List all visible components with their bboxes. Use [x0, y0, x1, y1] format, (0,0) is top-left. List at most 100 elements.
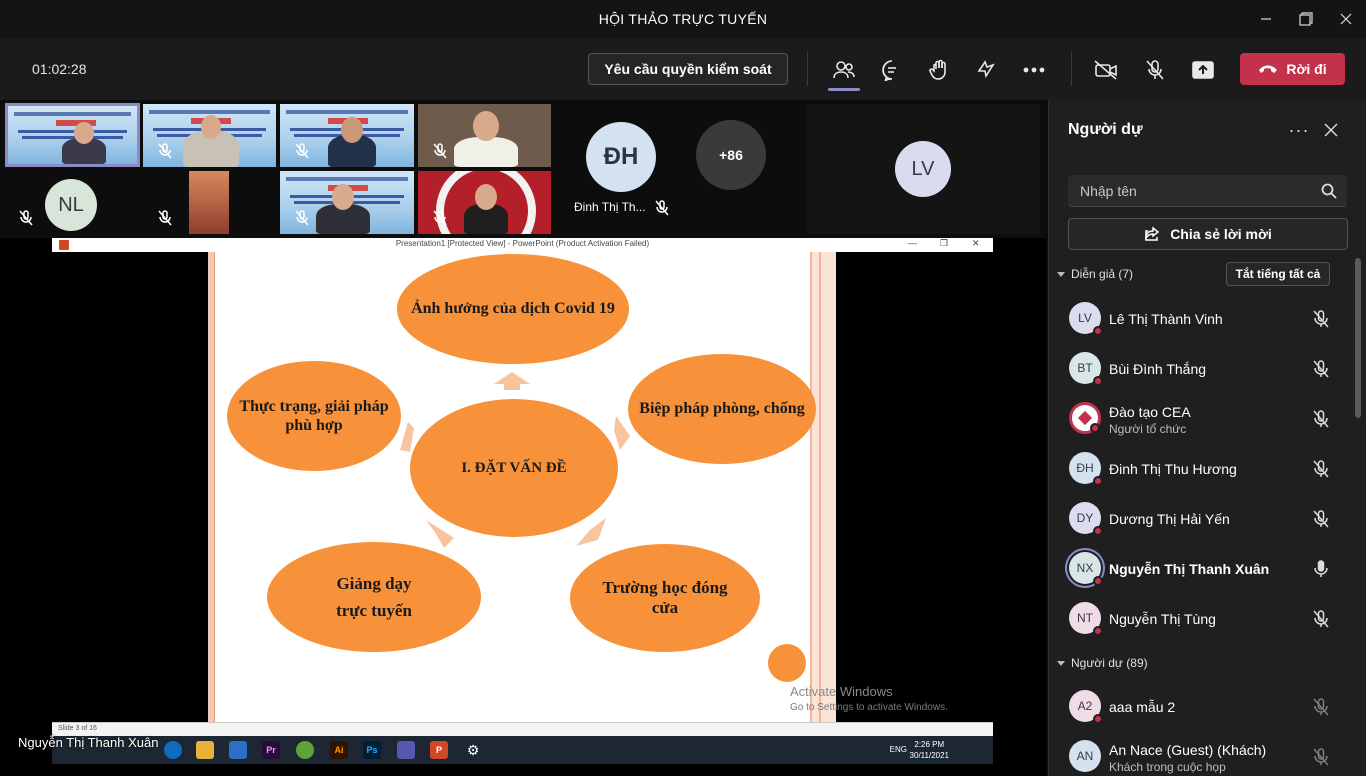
restore-icon: ❐ [940, 238, 949, 248]
presenters-header-label: Diễn giả (7) [1071, 267, 1134, 281]
share-screen-icon[interactable] [1188, 55, 1218, 85]
avatar: ĐH [1069, 452, 1103, 486]
shared-screen: Presentation1 [Protected View] - PowerPo… [0, 238, 1046, 776]
mic-disabled-icon [1313, 748, 1329, 766]
video-tile[interactable]: LV [806, 104, 1040, 234]
bubble-left: Thực trạng, giải pháp phù hợp [227, 361, 401, 471]
avatar-initials: LV [1078, 311, 1092, 325]
avatar: LV [895, 141, 951, 197]
bubble-bottom-right: Trường học đóng cửa [570, 544, 760, 652]
taskbar-date: 30/11/2021 [909, 751, 949, 760]
video-tile[interactable] [418, 104, 551, 167]
mic-off-icon [432, 210, 448, 226]
mic-off-icon [294, 210, 310, 226]
chat-icon[interactable] [877, 55, 907, 85]
teams-meeting-window: HỘI THẢO TRỰC TUYẾN 01:02:28 Yêu cầu quy… [0, 0, 1366, 776]
video-tile[interactable] [418, 171, 551, 234]
arrow-right-icon [610, 416, 630, 457]
mic-off-icon [654, 200, 670, 216]
status-badge [1093, 714, 1103, 724]
avatar-initials: DY [1076, 511, 1094, 525]
collapse-icon [1057, 271, 1065, 277]
participant-row[interactable]: NT Nguyễn Thị Tùng [1049, 594, 1349, 644]
avatar: DY [1069, 502, 1103, 536]
panel-scrollbar[interactable] [1355, 258, 1361, 418]
edge-icon [164, 741, 182, 759]
slide-left-border [208, 252, 215, 722]
participant-video [464, 184, 508, 234]
mic-off-icon [157, 210, 173, 226]
settings-icon: ⚙ [466, 741, 480, 758]
participant-row[interactable]: AN An Nace (Guest) (Khách) Khách trong c… [1049, 732, 1349, 776]
bubble-bottom-left: Giảng dạy trực tuyến [267, 542, 481, 652]
avatar-initials: AN [1076, 749, 1094, 763]
status-badge [1093, 576, 1103, 586]
presenter-name: Nguyễn Thị Thanh Xuân [18, 735, 159, 750]
maximize-button[interactable] [1284, 0, 1328, 38]
bubble-top: Ảnh hưởng của dịch Covid 19 [397, 254, 629, 364]
avatar: NL [45, 179, 97, 231]
mic-on-icon [1313, 560, 1329, 578]
participant-video [316, 184, 370, 234]
attendees-section-header[interactable]: Người dự (89) [1057, 656, 1148, 670]
video-gallery: NL ĐH Đinh Thị Th... +86 LV [0, 100, 1046, 238]
participant-row[interactable]: A2 aaa mẫu 2 [1049, 682, 1349, 732]
participant-name: Nguyễn Thị Tùng [1109, 611, 1216, 627]
teams-icon [397, 741, 415, 759]
organization-logo [1069, 402, 1101, 434]
avatar[interactable]: ĐH [586, 122, 656, 192]
photoshop-icon: Ps [363, 741, 381, 759]
search-input[interactable] [1080, 175, 1310, 207]
panel-title: Người dự [1068, 121, 1143, 138]
participant-row[interactable]: ĐH Đinh Thị Thu Hương [1049, 444, 1349, 494]
avatar-initials: NT [1077, 611, 1093, 625]
participant-row[interactable]: Đào tạo CEA Người tổ chức [1049, 394, 1349, 444]
leave-label: Rời đi [1286, 61, 1327, 77]
camera-off-icon[interactable] [1091, 55, 1121, 85]
reactions-icon[interactable] [924, 55, 954, 85]
powerpoint-status-bar: Slide 3 of 16 [52, 722, 993, 736]
apps-icon[interactable] [971, 55, 1001, 85]
mute-all-button[interactable]: Tắt tiếng tất cả [1226, 262, 1330, 286]
participant-row[interactable]: LV Lê Thị Thành Vinh [1049, 294, 1349, 344]
overflow-participants-button[interactable]: +86 [696, 120, 766, 190]
minimize-button[interactable] [1244, 0, 1288, 38]
bubble-bottom-left-line1: Giảng dạy [336, 573, 412, 593]
close-window-button[interactable] [1324, 0, 1366, 38]
video-tile[interactable] [143, 104, 276, 167]
participant-row[interactable]: BT Bùi Đình Thắng [1049, 344, 1349, 394]
mic-off-icon[interactable] [1140, 55, 1170, 85]
leave-button[interactable]: Rời đi [1240, 53, 1345, 85]
video-tile[interactable] [280, 104, 414, 167]
people-icon[interactable] [829, 55, 859, 85]
participant-name: Đinh Thị Thu Hương [1109, 461, 1237, 477]
participant-row[interactable]: NX Nguyễn Thị Thanh Xuân [1049, 544, 1349, 594]
search-icon[interactable] [1321, 183, 1337, 199]
mic-off-icon [18, 210, 34, 226]
more-actions-icon[interactable] [1019, 55, 1049, 85]
windows-taskbar: Pr Ai Ps P ⚙ ENG 2:26 PM 30/11/2021 [52, 736, 993, 764]
close-panel-icon[interactable] [1321, 120, 1341, 140]
more-options-icon[interactable]: ··· [1289, 120, 1309, 140]
status-badge [1093, 326, 1103, 336]
mic-off-icon [1313, 510, 1329, 528]
participant-video [328, 117, 376, 167]
arrow-down-right-icon [576, 518, 606, 553]
folder-icon [196, 741, 214, 759]
taskbar-time: 2:26 PM [914, 740, 945, 749]
avatar-initials: ĐH [1076, 461, 1094, 475]
phone-hangup-icon [1259, 65, 1278, 73]
participant-name: Dương Thị Hải Yến [1109, 511, 1230, 527]
share-invite-label: Chia sẻ lời mời [1170, 226, 1272, 242]
video-tile[interactable] [5, 103, 140, 167]
video-tile[interactable] [143, 171, 276, 234]
participant-row[interactable]: DY Dương Thị Hải Yến [1049, 494, 1349, 544]
share-invite-button[interactable]: Chia sẻ lời mời [1068, 218, 1348, 250]
powerpoint-taskbar-icon: P [430, 741, 448, 759]
request-control-button[interactable]: Yêu cầu quyền kiểm soát [588, 53, 788, 85]
presenters-section-header[interactable]: Diễn giả (7) [1057, 267, 1133, 281]
bubble-right: Biệp pháp phòng, chống [628, 354, 816, 464]
mic-off-icon [294, 143, 310, 159]
avatar-tile[interactable]: NL [8, 171, 137, 234]
video-tile[interactable] [280, 171, 414, 234]
